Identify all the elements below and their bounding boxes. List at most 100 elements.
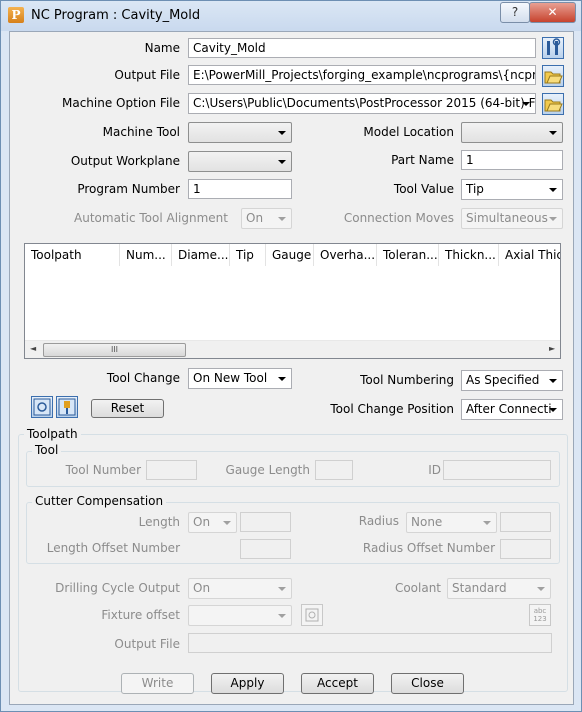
column-header[interactable]: Diame... — [172, 244, 230, 266]
apply-button[interactable]: Apply — [211, 673, 284, 694]
machine-tool-select[interactable] — [188, 122, 292, 143]
accept-button[interactable]: Accept — [301, 673, 374, 694]
fixture-icon — [305, 608, 319, 622]
column-header[interactable]: Gauge — [266, 244, 314, 266]
program-number-field[interactable]: 1 — [188, 179, 292, 199]
connection-moves-select[interactable]: Simultaneous — [461, 208, 563, 229]
id-label: ID — [428, 463, 441, 477]
browse-machine-option-button[interactable] — [542, 93, 564, 115]
write-button[interactable]: Write — [121, 673, 194, 694]
coolant-value: Standard — [452, 581, 507, 595]
cutter-compensation-title: Cutter Compensation — [32, 494, 167, 508]
close-window-button[interactable]: ✕ — [529, 2, 576, 23]
machine-option-value: C:\Users\Public\Documents\PostProcessor … — [193, 96, 536, 110]
part-name-field[interactable]: 1 — [461, 150, 563, 170]
length-offset-field[interactable] — [240, 539, 291, 559]
length-offset-label: Length Offset Number — [46, 541, 180, 555]
window-title: NC Program : Cavity_Mold — [31, 8, 201, 23]
output-workplane-select[interactable] — [188, 151, 292, 172]
model-location-select[interactable] — [461, 122, 563, 143]
tool-number-field[interactable] — [146, 460, 197, 480]
column-header[interactable]: Thickn... — [439, 244, 499, 266]
radius-offset-label: Radius Offset Number — [362, 541, 495, 555]
radius-offset-field[interactable] — [500, 539, 551, 559]
tool-holder-icon — [58, 398, 76, 416]
program-number-label: Program Number — [77, 182, 180, 196]
gauge-length-label: Gauge Length — [225, 463, 310, 477]
abc-123-icon[interactable]: abc 123 — [529, 604, 551, 626]
tool-list-button[interactable] — [31, 396, 53, 418]
toolpath-output-file-field[interactable] — [188, 633, 552, 653]
horizontal-scrollbar[interactable]: ◄ III ► — [25, 340, 560, 358]
length-label: Length — [138, 515, 180, 529]
browse-output-file-button[interactable] — [542, 65, 564, 87]
radius-label: Radius — [358, 514, 399, 528]
scroll-left-icon[interactable]: ◄ — [30, 344, 36, 353]
tool-numbering-label: Tool Numbering — [360, 373, 454, 387]
id-field[interactable] — [443, 460, 551, 480]
reset-button[interactable]: Reset — [91, 399, 164, 418]
title-bar: P NC Program : Cavity_Mold ? ✕ — [1, 1, 581, 31]
machine-tool-label: Machine Tool — [102, 125, 180, 139]
drilling-cycle-select[interactable]: On — [188, 578, 292, 599]
connection-moves-label: Connection Moves — [343, 211, 454, 225]
radius-value-field[interactable] — [500, 512, 551, 532]
tool-value-select[interactable]: Tip — [461, 179, 563, 200]
tool-change-label: Tool Change — [106, 371, 180, 385]
column-header[interactable]: Toolpath — [25, 244, 120, 266]
wrench-icon — [547, 38, 561, 55]
tool-properties-button[interactable] — [542, 37, 564, 59]
tool-change-position-value: After Connecti — [466, 402, 552, 416]
tool-change-position-select[interactable]: After Connecti — [461, 399, 563, 420]
column-header[interactable]: Overha... — [314, 244, 377, 266]
output-file-field[interactable]: E:\PowerMill_Projects\forging_example\nc… — [188, 65, 536, 85]
help-button[interactable]: ? — [500, 2, 530, 23]
tool-change-position-label: Tool Change Position — [330, 402, 454, 416]
fixture-offset-select[interactable] — [188, 605, 292, 626]
tool-grid-icon — [33, 398, 51, 416]
open-folder-icon — [544, 99, 563, 112]
fixture-offset-label: Fixture offset — [101, 608, 180, 622]
open-folder-icon — [544, 71, 563, 84]
coolant-label: Coolant — [394, 581, 441, 595]
tool-change-value: On New Tool — [193, 371, 268, 385]
auto-tool-alignment-label: Automatic Tool Alignment — [74, 211, 228, 225]
tool-numbering-value: As Specified — [466, 373, 540, 387]
connection-moves-value: Simultaneous — [466, 211, 548, 225]
drilling-cycle-label: Drilling Cycle Output — [55, 581, 180, 595]
radius-value: None — [411, 515, 443, 529]
close-button[interactable]: Close — [391, 673, 464, 694]
app-logo-icon: P — [8, 7, 24, 23]
length-select[interactable]: On — [188, 512, 237, 533]
tool-holder-button[interactable] — [56, 396, 78, 418]
name-label: Name — [144, 41, 180, 55]
radius-select[interactable]: None — [406, 512, 497, 533]
name-field[interactable]: Cavity_Mold — [188, 38, 536, 58]
output-workplane-label: Output Workplane — [70, 154, 180, 168]
column-header[interactable]: Toleran... — [377, 244, 439, 266]
toolpath-table[interactable]: Toolpath Num... Diame... Tip Gauge Overh… — [24, 243, 561, 359]
toolpath-output-file-label: Output File — [114, 637, 180, 651]
machine-option-label: Machine Option File — [62, 96, 180, 110]
tool-value-label: Tool Value — [393, 182, 454, 196]
fixture-offset-button[interactable] — [301, 604, 323, 626]
tool-change-select[interactable]: On New Tool — [188, 368, 292, 389]
column-header[interactable]: Tip — [230, 244, 266, 266]
scroll-right-icon[interactable]: ► — [549, 344, 555, 353]
model-location-label: Model Location — [363, 125, 454, 139]
dialog-body: Name Cavity_Mold Output File E:\PowerMil… — [9, 31, 574, 705]
tool-value-value: Tip — [466, 182, 484, 196]
machine-option-select[interactable]: C:\Users\Public\Documents\PostProcessor … — [188, 93, 536, 114]
output-file-label: Output File — [114, 68, 180, 82]
scroll-thumb[interactable]: III — [43, 343, 186, 357]
column-header[interactable]: Axial Thick — [499, 244, 560, 266]
length-value-field[interactable] — [240, 512, 291, 532]
length-value: On — [193, 515, 211, 529]
coolant-select[interactable]: Standard — [447, 578, 551, 599]
tool-numbering-select[interactable]: As Specified — [461, 370, 563, 391]
auto-tool-alignment-select[interactable]: On — [241, 208, 292, 229]
toolpath-group-title: Toolpath — [24, 427, 81, 441]
column-header[interactable]: Num... — [120, 244, 172, 266]
part-name-label: Part Name — [391, 153, 454, 167]
gauge-length-field[interactable] — [315, 460, 353, 480]
